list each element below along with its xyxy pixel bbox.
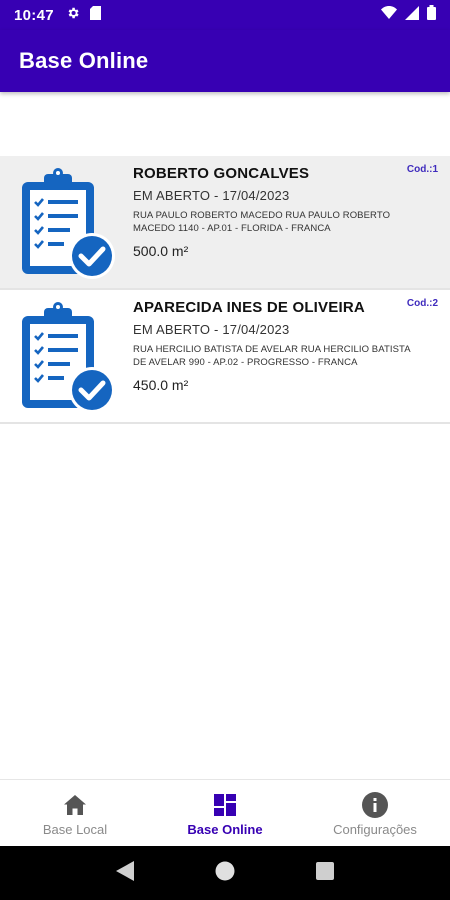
back-icon[interactable] bbox=[116, 860, 135, 886]
status-time: 10:47 bbox=[14, 6, 54, 24]
nav-label-configuracoes: Configurações bbox=[333, 822, 417, 837]
record-area: 450.0 m² bbox=[133, 377, 189, 393]
record-address: RUA PAULO ROBERTO MACEDO RUA PAULO ROBER… bbox=[133, 210, 391, 234]
record-code: Cod.:1 bbox=[406, 164, 438, 175]
system-navigation-bar bbox=[0, 846, 450, 900]
gear-icon bbox=[66, 6, 80, 25]
clipboard-check-icon bbox=[0, 290, 133, 424]
page-title: Base Online bbox=[19, 48, 149, 73]
dashboard-icon bbox=[214, 792, 236, 818]
record-code: Cod.:2 bbox=[406, 298, 438, 309]
list-item[interactable]: APARECIDA INES DE OLIVEIRA EM ABERTO - 1… bbox=[0, 290, 450, 424]
nav-item-base-online[interactable]: Base Online bbox=[150, 780, 300, 846]
signal-icon bbox=[405, 5, 419, 25]
record-name: ROBERTO GONCALVES bbox=[133, 165, 310, 182]
record-name: APARECIDA INES DE OLIVEIRA bbox=[133, 299, 365, 316]
bottom-navigation: Base Local Base Online Configurações bbox=[0, 779, 450, 846]
info-icon bbox=[362, 792, 388, 818]
nav-label-base-online: Base Online bbox=[187, 822, 263, 837]
app-bar: Base Online bbox=[0, 30, 450, 92]
wifi-icon bbox=[381, 6, 397, 24]
clipboard-check-icon bbox=[0, 156, 133, 290]
nav-label-base-local: Base Local bbox=[42, 822, 108, 837]
home-icon bbox=[64, 792, 86, 818]
battery-icon bbox=[427, 5, 436, 25]
record-status: EM ABERTO - 17/04/2023 bbox=[133, 322, 290, 337]
record-address: RUA HERCILIO BATISTA DE AVELAR RUA HERCI… bbox=[133, 344, 411, 368]
nav-item-base-local[interactable]: Base Local bbox=[0, 780, 150, 846]
recents-icon[interactable] bbox=[315, 861, 334, 885]
home-circle-icon[interactable] bbox=[215, 861, 235, 886]
record-status: EM ABERTO - 17/04/2023 bbox=[133, 188, 290, 203]
records-list: ROBERTO GONCALVES EM ABERTO - 17/04/2023… bbox=[0, 156, 450, 424]
list-item[interactable]: ROBERTO GONCALVES EM ABERTO - 17/04/2023… bbox=[0, 156, 450, 290]
nav-item-configuracoes[interactable]: Configurações bbox=[300, 780, 450, 846]
status-bar: 10:47 bbox=[0, 0, 450, 30]
sim-card-icon bbox=[89, 5, 101, 25]
record-area: 500.0 m² bbox=[133, 243, 189, 259]
